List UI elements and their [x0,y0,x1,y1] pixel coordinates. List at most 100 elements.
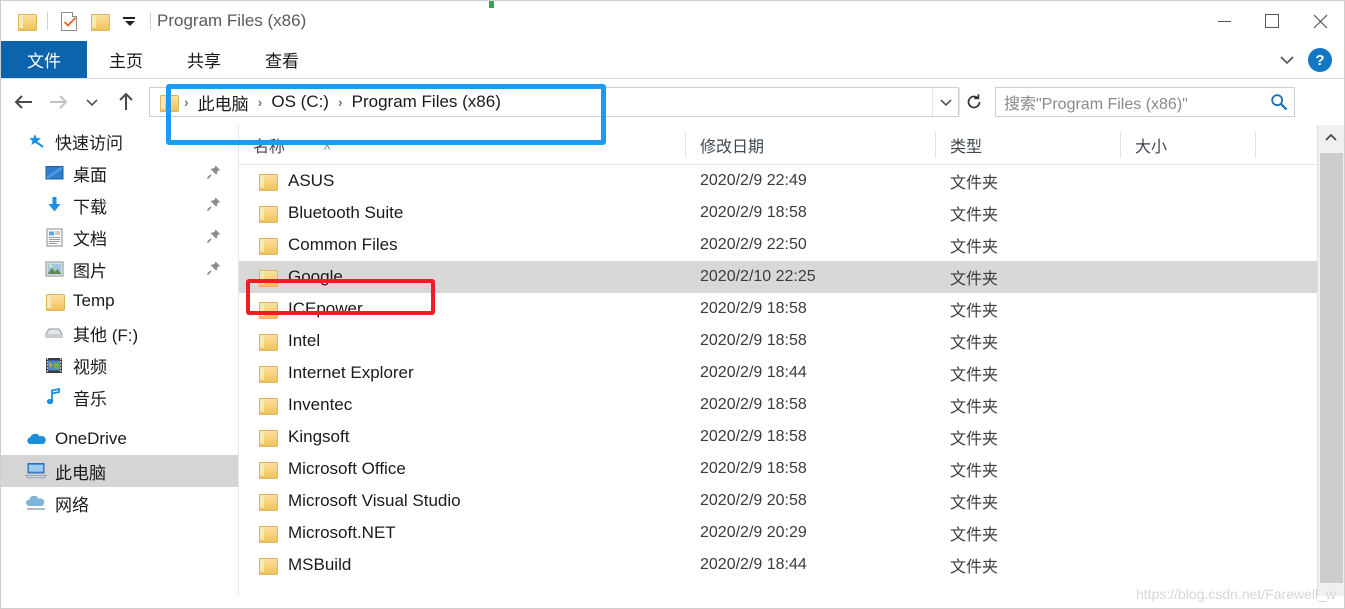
file-name-label: Microsoft.NET [288,523,396,542]
forward-button[interactable] [41,85,75,119]
folder-icon [259,429,278,447]
sidebar-item-quick-access[interactable]: 快速访问 [1,125,238,157]
tab-view[interactable]: 查看 [243,41,321,78]
window-controls [1200,1,1344,41]
tab-home[interactable]: 主页 [87,41,165,78]
customize-qat-caret-icon[interactable] [114,6,144,36]
address-dropdown-button[interactable] [932,88,958,116]
sidebar-item-network[interactable]: 网络 [1,487,238,519]
file-explorer-window: Program Files (x86) 文件 主页 共享 查看 ? › 此电脑 … [0,0,1345,609]
sidebar-item-downloads[interactable]: 下载 [1,189,238,221]
sidebar-item-videos[interactable]: 视频 [1,349,238,381]
checkmark-icon [64,16,76,27]
sidebar-item-documents[interactable]: 文档 [1,221,238,253]
column-header-name[interactable]: 名称 [239,131,686,158]
cell-type: 文件夹 [950,399,999,416]
breadcrumb-item-os-c[interactable]: OS (C:) [269,92,331,112]
table-row[interactable]: ASUS 2020/2/9 22:49 文件夹 [239,165,1344,197]
cell-date-modified: 2020/2/9 22:50 [700,236,807,253]
table-row[interactable]: Google 2020/2/10 22:25 文件夹 [239,261,1344,293]
folder-icon[interactable] [11,6,41,36]
table-row[interactable]: Intel 2020/2/9 18:58 文件夹 [239,325,1344,357]
column-header-type[interactable]: 类型 [936,131,1121,158]
cell-name: Microsoft Office [239,459,686,479]
pin-icon[interactable] [206,228,222,244]
cell-name: Microsoft.NET [239,523,686,543]
table-row[interactable]: Bluetooth Suite 2020/2/9 18:58 文件夹 [239,197,1344,229]
pin-icon[interactable] [206,164,222,180]
sidebar-item-other-drive-f[interactable]: 其他 (F:) [1,317,238,349]
breadcrumb-item-program-files-x86[interactable]: Program Files (x86) [350,92,503,112]
address-bar[interactable]: › 此电脑 › OS (C:) › Program Files (x86) [149,87,959,117]
help-button[interactable]: ? [1308,48,1332,72]
tab-share[interactable]: 共享 [165,41,243,78]
sidebar-item-onedrive[interactable]: OneDrive [1,423,238,455]
table-row[interactable]: Common Files 2020/2/9 22:50 文件夹 [239,229,1344,261]
table-row[interactable]: Kingsoft 2020/2/9 18:58 文件夹 [239,421,1344,453]
sidebar-label: 网络 [55,495,89,515]
properties-icon[interactable] [54,6,84,36]
sidebar-item-music[interactable]: 音乐 [1,381,238,413]
tab-file[interactable]: 文件 [1,41,87,78]
cell-type: 文件夹 [950,367,999,384]
back-button[interactable] [7,85,41,119]
search-icon[interactable] [1264,93,1294,111]
pin-icon[interactable] [206,260,222,276]
table-row[interactable]: Microsoft Office 2020/2/9 18:58 文件夹 [239,453,1344,485]
table-row[interactable]: MSBuild 2020/2/9 18:44 文件夹 [239,549,1344,581]
column-header-row: 名称 修改日期 类型 大小 [239,125,1344,165]
table-row[interactable]: Microsoft Visual Studio 2020/2/9 20:58 文件夹 [239,485,1344,517]
maximize-button[interactable] [1248,1,1296,41]
scroll-up-button[interactable] [1318,125,1344,151]
new-folder-icon[interactable] [84,6,114,36]
table-row[interactable]: Inventec 2020/2/9 18:58 文件夹 [239,389,1344,421]
column-header-size[interactable]: 大小 [1121,131,1256,158]
up-button[interactable] [109,85,143,119]
recent-locations-button[interactable] [75,85,109,119]
sidebar-label: 文档 [73,229,107,249]
green-marker [489,1,494,8]
file-name-label: ICEpower [288,299,363,318]
address-scroll-indicator: ^ [324,142,331,157]
toolbar-divider-2 [150,12,151,30]
cell-date-modified: 2020/2/9 18:58 [700,396,807,413]
pin-icon[interactable] [206,196,222,212]
sidebar-item-this-pc[interactable]: 此电脑 [1,455,238,487]
scrollbar-thumb[interactable] [1320,153,1343,583]
table-row[interactable]: ICEpower 2020/2/9 18:58 文件夹 [239,293,1344,325]
navigation-pane: 快速访问 桌面 下载 文档 图片 Temp 其他 (F:) 视频 音乐 OneD… [1,125,239,596]
breadcrumb-folder-icon [160,94,179,112]
sidebar-label: 音乐 [73,389,107,409]
search-box[interactable]: 搜索"Program Files (x86)" [995,87,1295,117]
folder-icon [259,525,278,543]
chevron-down-icon [939,99,952,107]
refresh-icon [967,94,980,109]
chevron-down-icon[interactable] [1276,49,1298,71]
cell-date-modified: 2020/2/9 18:44 [700,556,807,573]
folder-icon [259,173,278,191]
sidebar-item-desktop[interactable]: 桌面 [1,157,238,189]
vertical-scrollbar[interactable] [1317,125,1344,596]
search-input[interactable]: 搜索"Program Files (x86)" [996,90,1264,114]
cell-name: Common Files [239,235,686,255]
cell-name: ICEpower [239,299,686,319]
column-header-date-modified[interactable]: 修改日期 [686,131,936,158]
sidebar-item-temp[interactable]: Temp [1,285,238,317]
folder-icon [259,237,278,255]
breadcrumb-item-this-pc[interactable]: 此电脑 [196,90,251,115]
minimize-button[interactable] [1200,1,1248,41]
close-button[interactable] [1296,1,1344,41]
file-list-pane: 名称 修改日期 类型 大小 ASUS 2020/2/9 22:49 文件夹 Bluet… [239,125,1344,596]
breadcrumb-separator-0: › [184,94,189,110]
sidebar-label: 图片 [73,261,107,281]
watermark: https://blog.csdn.net/Farewell_w [1136,586,1336,602]
sidebar-item-pictures[interactable]: 图片 [1,253,238,285]
download-icon [43,195,65,215]
table-row[interactable]: Microsoft.NET 2020/2/9 20:29 文件夹 [239,517,1344,549]
cell-date-modified: 2020/2/9 18:58 [700,300,807,317]
table-row[interactable]: Internet Explorer 2020/2/9 18:44 文件夹 [239,357,1344,389]
desktop-icon [43,163,65,183]
folder-icon [259,301,278,319]
refresh-button[interactable] [959,88,987,116]
